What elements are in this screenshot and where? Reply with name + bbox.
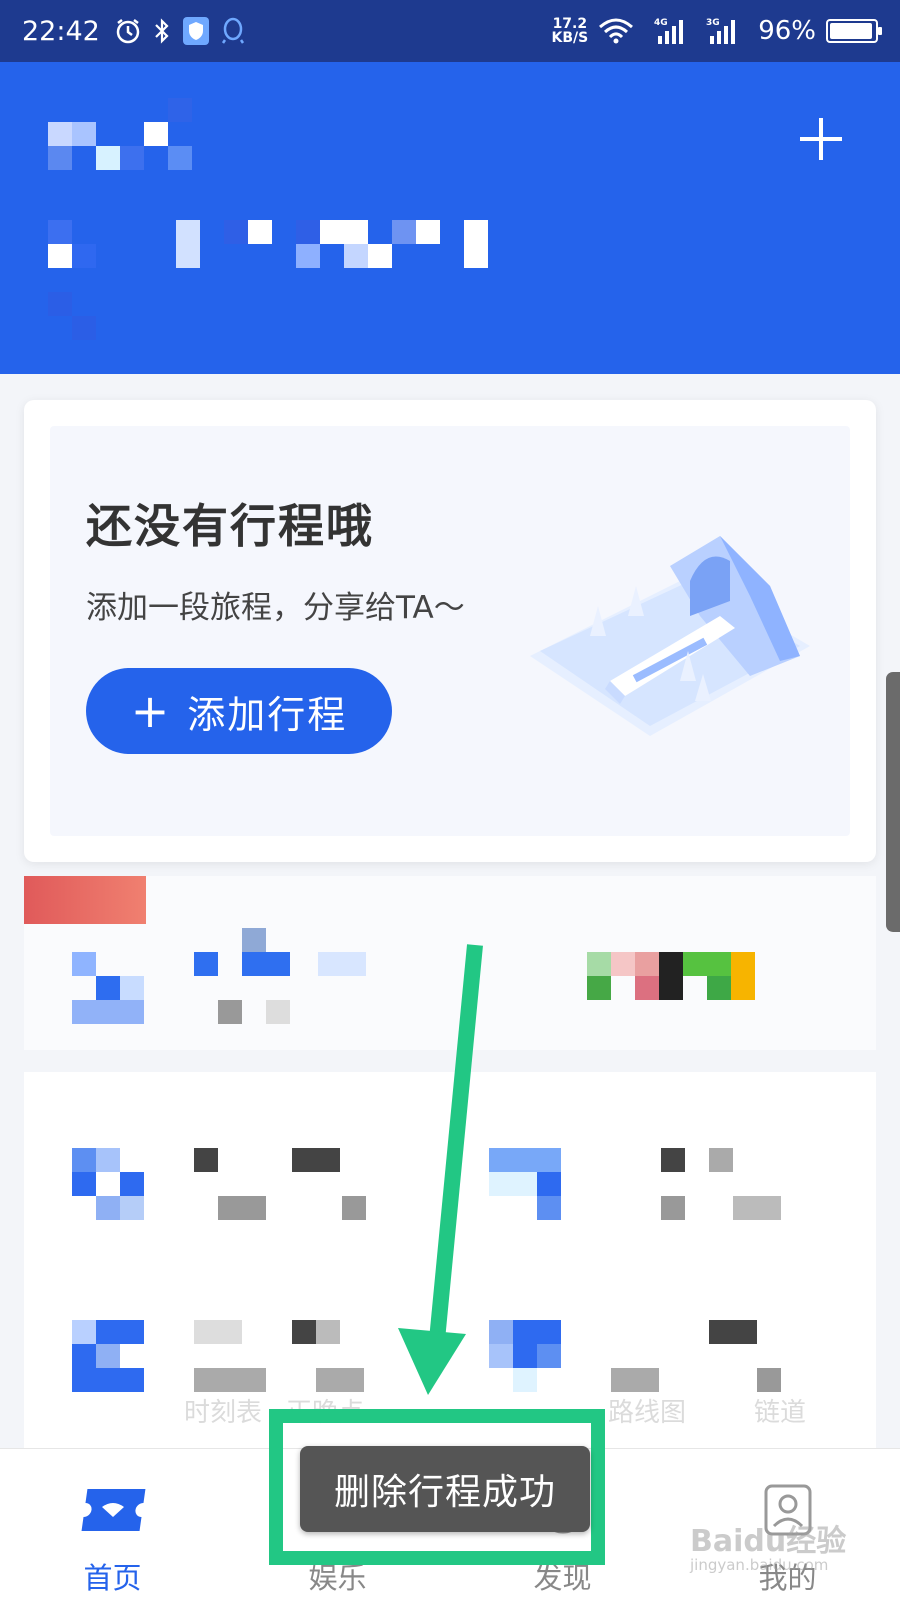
shield-icon [182, 16, 210, 46]
header [0, 62, 900, 374]
alarm-icon [114, 17, 142, 45]
empty-trip-panel: 还没有行程哦 添加一段旅程，分享给TA～ + 添加行程 [50, 426, 850, 836]
qq-icon [220, 16, 246, 46]
network-speed: 17.2 KB/S [551, 17, 588, 45]
network-speed-value: 17.2 [552, 16, 588, 32]
nav-label-home: 首页 [83, 1561, 142, 1595]
bluetooth-icon [152, 17, 172, 45]
add-trip-button[interactable]: + 添加行程 [86, 668, 392, 754]
ticket-icon [80, 1477, 146, 1543]
nav-item-home[interactable]: 首页 [0, 1449, 225, 1600]
watermark-url: jingyan.baidu.com [690, 1556, 829, 1574]
service-banner-pixelated [24, 876, 876, 1050]
blurred-label-4: 链道 [754, 1398, 807, 1428]
add-trip-label: 添加行程 [187, 692, 348, 737]
network-speed-unit: KB/S [551, 30, 589, 46]
empty-trip-subtitle: 添加一段旅程，分享给TA～ [86, 590, 465, 626]
signal-3g-label: 3G [706, 18, 720, 28]
battery-icon [826, 19, 882, 43]
train-tunnel-illustration [520, 506, 820, 766]
blurred-label-3: 路线图 [608, 1398, 687, 1428]
status-time: 22:42 [22, 15, 100, 47]
signal-4g-icon: 4G [654, 16, 686, 46]
signal-3g-icon: 3G [706, 16, 738, 46]
signal-4g-label: 4G [654, 18, 668, 28]
side-scroll-handle[interactable] [886, 672, 900, 932]
battery-fill [830, 23, 873, 39]
watermark-brand: Baidu经验 [690, 1524, 847, 1559]
add-plus-icon[interactable] [800, 118, 842, 160]
services-grid-pixelated: 时刻表 正晚点 路线图 链道 [24, 1072, 876, 1448]
empty-trip-title: 还没有行程哦 [86, 499, 374, 553]
plus-icon: + [130, 684, 170, 738]
status-bar: 22:42 17.2 KB/S 4G 3G 96% [0, 0, 900, 62]
empty-trip-card: 还没有行程哦 添加一段旅程，分享给TA～ + 添加行程 [24, 400, 876, 862]
battery-percent: 96% [758, 16, 816, 46]
toast-message: 删除行程成功 [300, 1446, 590, 1532]
wifi-icon [598, 17, 634, 45]
user-info-pixelated [0, 62, 540, 362]
blurred-label-1: 时刻表 [184, 1398, 263, 1428]
